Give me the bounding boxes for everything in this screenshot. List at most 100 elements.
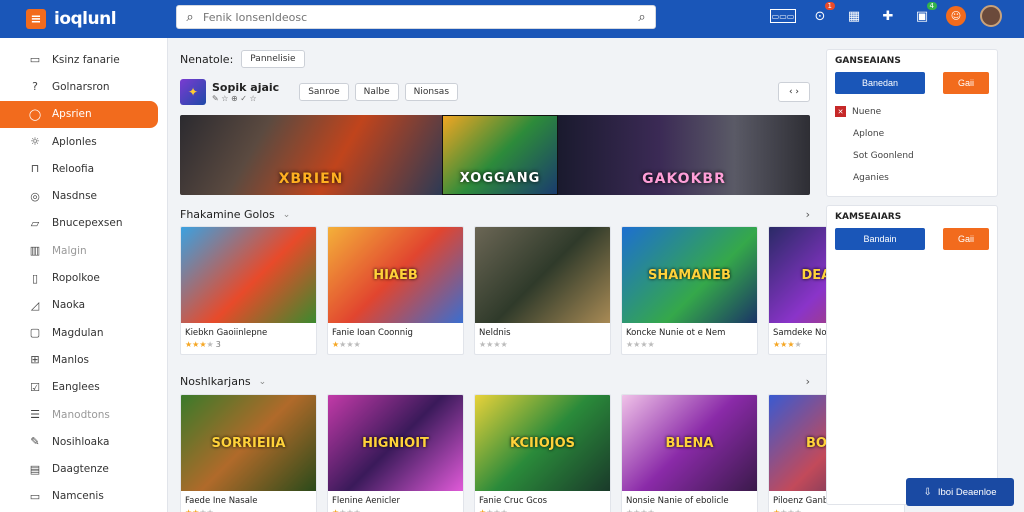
secondary-button[interactable]: Gaii (943, 228, 989, 250)
chat-badge: 4 (926, 2, 937, 10)
game-rating: ★★★★ (479, 340, 508, 349)
search-input[interactable] (203, 10, 629, 24)
avatar[interactable] (980, 5, 1002, 27)
game-title: Kiebkn Gaoiinlepne (185, 328, 268, 338)
game-thumbnail: SHAMANEB (622, 227, 757, 323)
game-title: Fanie Ioan Coonnig (332, 328, 413, 338)
sidebar-item-16[interactable]: ▭ Namcenis (0, 483, 167, 510)
game-title: Neldnis (479, 328, 511, 338)
panel-link-0[interactable]: ✕ Nuene (835, 106, 989, 117)
sidebar-item-10[interactable]: ▢ Magdulan (0, 319, 167, 346)
folder-icon: ▭ (29, 489, 41, 503)
sidebar-item-7[interactable]: ▥ Malgin (0, 237, 167, 264)
chevron-right-icon[interactable]: › (806, 375, 810, 388)
apps-grid-icon[interactable]: ▦ (844, 6, 864, 26)
main-content: Nenatole: Pannelisie ✦ Sopik ajaic ✎ ☆ ⊕… (168, 38, 905, 512)
bag-icon: ⊓ (30, 162, 40, 176)
game-thumbnail: HIAEB (328, 227, 463, 323)
table-icon: ⊞ (30, 353, 40, 367)
chat-icon[interactable]: ▣ 4 (912, 2, 937, 26)
game-rating: ★★★★ (626, 340, 655, 349)
profile-icon[interactable]: ☺ (946, 6, 966, 26)
sidebar-item-8[interactable]: ▯ Ropolkoe (0, 264, 167, 291)
carousel-nav-button[interactable]: ‹ › (778, 82, 810, 102)
filter-label: Nenatole: (180, 52, 234, 66)
game-thumbnail: KCIIOJOS (475, 395, 610, 491)
top-bar: ≡ ioqlunl ⌕ ⌕ ▭▭▭ ⊙1 ▦ ✚ ▣4 ☺ (0, 0, 1024, 38)
sidebar-item-12[interactable]: ☑ Eanglees (0, 374, 167, 401)
store-chip-2[interactable]: Nionsas (404, 83, 459, 101)
circle-icon: ◯ (28, 107, 42, 121)
sun-icon: ☼ (30, 135, 40, 149)
secondary-button[interactable]: Gaii (943, 72, 989, 94)
search-submit-icon[interactable]: ⌕ (629, 10, 655, 25)
game-rating: ★★★★ 3 (185, 340, 221, 349)
sidebar-item-6[interactable]: ▱ Bnucepexsen (0, 210, 167, 237)
sidebar-item-15[interactable]: ▤ Daagtenze (0, 455, 167, 482)
top-icons: ▭▭▭ ⊙ 1 ▦ ✚ ▣ 4 ☺ (770, 2, 1002, 27)
game-thumbnail: HIGNIOIT (328, 395, 463, 491)
game-card[interactable]: Kiebkn Gaoiinlepne ★★★★ 3 (180, 226, 317, 355)
game-card[interactable]: HIGNIOIT Flenine Aenicler ★★★★ (327, 394, 464, 512)
game-card[interactable]: SORRIEIIA Faede Ine Nasale ★★★★ (180, 394, 317, 512)
primary-button[interactable]: Banedan (835, 72, 925, 94)
filter-row: Nenatole: Pannelisie (180, 50, 311, 68)
store-chip-1[interactable]: Nalbe (354, 83, 399, 101)
game-card[interactable]: SHAMANEB Koncke Nunie ot e Nem ★★★★ (621, 226, 758, 355)
sidebar-item-5[interactable]: ◎ Nasdnse (0, 182, 167, 209)
hero-panel-0[interactable]: XBRIEN (180, 115, 442, 195)
hero-panel-1[interactable]: XOGGANG (442, 115, 558, 195)
store-info: Sopik ajaic ✎ ☆ ⊕ ✓ ☆ (212, 81, 279, 103)
game-card[interactable]: KCIIOJOS Fanie Cruc Gcos ★★★★ (474, 394, 611, 512)
sidebar-item-1[interactable]: ? Golnarsron (0, 73, 167, 100)
filter-chip[interactable]: Pannelisie (241, 50, 305, 68)
search-icon: ⌕ (186, 9, 194, 25)
sidebar-item-2[interactable]: ◯ Apsrien (0, 100, 158, 128)
hero-panel-2[interactable]: GAKOKBR (558, 115, 810, 195)
chevron-down-icon[interactable]: ⌄ (283, 210, 291, 220)
game-title: Faede Ine Nasale (185, 496, 258, 506)
edit-icon: ✎ (30, 435, 40, 449)
grid-icon: ▥ (29, 244, 41, 258)
floating-action-button[interactable]: ⇩ Iboi Deaenloe (906, 478, 1014, 506)
game-rating: ★★★★ (181, 508, 316, 512)
store-name[interactable]: Sopik ajaic (212, 81, 279, 94)
hero-banner[interactable]: XBRIEN XOGGANG GAKOKBR (180, 115, 810, 195)
right-panel-1: GANSEAIANS Banedan Gaii ✕ Nuene Aplone So… (826, 49, 998, 197)
panel-link-2[interactable]: Sot Goonlend (835, 151, 989, 161)
game-card[interactable]: BLENA Nonsie Nanie of ebolicle ★★★★ (621, 394, 758, 512)
panel-buttons: Banedan Gaii (835, 72, 989, 94)
store-subicons: ✎ ☆ ⊕ ✓ ☆ (212, 93, 257, 103)
game-thumbnail (181, 227, 316, 323)
search-bar[interactable]: ⌕ ⌕ (176, 5, 656, 29)
store-icon[interactable]: ✦ (180, 79, 206, 105)
panel-buttons: Bandain Gaii (835, 228, 989, 250)
sidebar-item-13[interactable]: ☰ Manodtons (0, 401, 167, 428)
sidebar-item-4[interactable]: ⊓ Reloofia (0, 155, 167, 182)
sidebar-item-9[interactable]: ◿ Naoka (0, 292, 167, 319)
sidebar-item-11[interactable]: ⊞ Manlos (0, 346, 167, 373)
hero-title-1: XOGGANG (459, 171, 541, 186)
sidebar-item-14[interactable]: ✎ Nosihloaka (0, 428, 167, 455)
chevron-down-icon[interactable]: ⌄ (259, 377, 267, 387)
panel-link-3[interactable]: Aganies (835, 173, 989, 183)
game-card[interactable]: Neldnis ★★★★ (474, 226, 611, 355)
screen-icon[interactable]: ▭▭▭ (770, 9, 796, 23)
flag-icon: ✕ (835, 106, 846, 117)
store-chips: Sanroe Nalbe Nionsas (299, 83, 464, 101)
sidebar-item-3[interactable]: ☼ Aplonles (0, 128, 167, 155)
logo-icon: ≡ (26, 9, 46, 29)
game-card[interactable]: HIAEB Fanie Ioan Coonnig ★★★★ (327, 226, 464, 355)
notification-icon[interactable]: ⊙ 1 (810, 2, 835, 26)
primary-button[interactable]: Bandain (835, 228, 925, 250)
chevron-right-icon[interactable]: › (806, 208, 810, 221)
logo[interactable]: ≡ ioqlunl (26, 9, 176, 29)
sidebar-item-0[interactable]: ▭ Ksinz fanarie (0, 46, 167, 73)
game-title: Nonsie Nanie of ebolicle (626, 496, 729, 506)
notification-badge: 1 (824, 2, 835, 10)
store-row: ✦ Sopik ajaic ✎ ☆ ⊕ ✓ ☆ Sanroe Nalbe Nio… (180, 78, 810, 106)
game-grid-new: SORRIEIIA Faede Ine Nasale ★★★★ HIGNIOIT… (180, 394, 905, 512)
puzzle-icon[interactable]: ✚ (878, 6, 898, 26)
store-chip-0[interactable]: Sanroe (299, 83, 349, 101)
panel-link-1[interactable]: Aplone (835, 129, 989, 139)
